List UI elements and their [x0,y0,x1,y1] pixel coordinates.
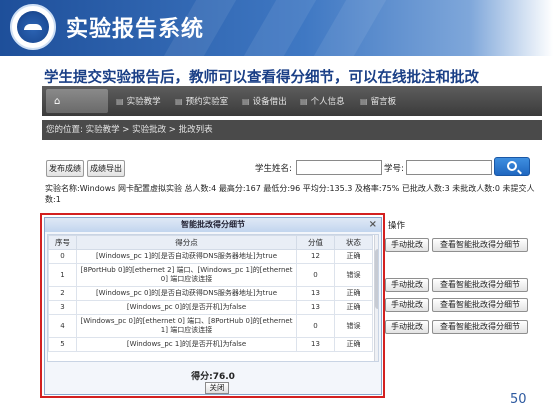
table-row: 5 [Windows_pc 1]的[是否开机]为false 13 正确 [48,337,373,352]
close-icon[interactable]: × [369,218,377,232]
book-icon: ▤ [116,96,124,106]
row-point: [Windows_pc 0]的[ethernet 0] 端口、[8PortHub… [76,314,297,338]
actions-column-header: 操作 [388,221,406,231]
table-row: 2 [Windows_pc 0]的[是否自动获得DNS服务器地址]为true 1… [48,286,373,301]
dialog-title: 智能批改得分细节 [181,220,245,229]
scrollbar-thumb[interactable] [375,249,378,309]
row-score: 13 [296,300,335,315]
manual-grade-button[interactable]: 手动批改 [385,278,429,292]
row-score: 12 [296,249,335,264]
calendar-icon: ▤ [175,96,183,106]
search-icon [507,161,517,171]
row-score: 13 [296,337,335,352]
table-row: 0 [Windows_pc 1]的[是否自动获得DNS服务器地址]为true 1… [48,249,373,264]
table-row: 4 [Windows_pc 0]的[ethernet 0] 端口、[8PortH… [48,314,373,338]
university-logo [10,4,56,50]
row-point: [Windows_pc 1]的[是否开机]为false [76,337,297,352]
device-icon: ▤ [242,96,250,106]
student-name-input[interactable] [296,160,382,175]
row-score: 13 [296,286,335,301]
row-status: 正确 [334,300,373,315]
table-row: 3 [Windows_pc 0]的[是否开机]为false 13 正确 [48,300,373,315]
row-status: 正确 [334,286,373,301]
export-grades-button[interactable]: 成绩导出 [87,160,125,177]
view-smart-grade-detail-button[interactable]: 查看智能批改得分细节 [432,298,528,312]
search-button[interactable] [494,157,530,176]
row-point: [Windows_pc 1]的[是否自动获得DNS服务器地址]为true [76,249,297,264]
table-scrollbar[interactable] [374,235,378,361]
grade-detail-table-container: 序号 得分点 分值 状态 0 [Windows_pc 1]的[是否自动获得DNS… [47,234,379,362]
column-header-score: 分值 [296,235,335,250]
slide-title: 实验报告系统 [66,17,205,42]
row-status: 错误 [334,263,373,287]
column-header-point: 得分点 [76,235,297,250]
top-nav: ⌂ ▤ 实验教学 ▤ 预约实验室 ▤ 设备借出 ▤ 个人信息 ▤ 留言板 [42,86,542,116]
experiment-stats: 实验名称:Windows 网卡配置虚拟实验 总人数:4 最高分:167 最低分:… [45,184,535,204]
nav-home-button[interactable]: ⌂ [46,89,108,113]
nav-item-book-lab[interactable]: ▤ 预约实验室 [175,95,228,108]
dialog-titlebar: 智能批改得分细节 × [45,218,381,232]
nav-item-experiment-teaching[interactable]: ▤ 实验教学 [116,95,161,108]
row-score: 0 [296,263,335,287]
view-smart-grade-detail-button[interactable]: 查看智能批改得分细节 [432,278,528,292]
row-index: 5 [48,337,77,352]
highlight-frame: 智能批改得分细节 × 序号 得分点 分值 状态 0 [Windows_pc 1]… [40,213,385,398]
student-id-input[interactable] [406,160,492,175]
user-icon: ▤ [300,96,308,106]
row-index: 1 [48,263,77,287]
slide-header-band: 实验报告系统 [0,0,553,56]
nav-item-device-loan[interactable]: ▤ 设备借出 [242,95,287,108]
row-index: 4 [48,314,77,338]
page-number: 50 [510,392,527,407]
row-point: [8PortHub 0]的[ethernet 2] 端口、[Windows_pc… [76,263,297,287]
row-score: 0 [296,314,335,338]
row-index: 2 [48,286,77,301]
table-row: 1 [8PortHub 0]的[ethernet 2] 端口、[Windows_… [48,263,373,287]
row-status: 错误 [334,314,373,338]
close-button[interactable]: 关闭 [205,382,229,394]
nav-item-message-board[interactable]: ▤ 留言板 [360,95,396,108]
row-point: [Windows_pc 0]的[是否自动获得DNS服务器地址]为true [76,286,297,301]
student-name-label: 学生姓名: [255,164,292,174]
grade-detail-table: 序号 得分点 分值 状态 0 [Windows_pc 1]的[是否自动获得DNS… [48,235,373,352]
publish-grades-button[interactable]: 发布成绩 [46,160,84,177]
row-status: 正确 [334,337,373,352]
home-icon: ⌂ [54,95,61,107]
row-status: 正确 [334,249,373,264]
row-index: 3 [48,300,77,315]
view-smart-grade-detail-button[interactable]: 查看智能批改得分细节 [432,320,528,334]
manual-grade-button[interactable]: 手动批改 [385,298,429,312]
breadcrumb: 您的位置: 实验教学 > 实验批改 > 批改列表 [42,120,542,140]
nav-item-personal-info[interactable]: ▤ 个人信息 [300,95,345,108]
slide-subtitle: 学生提交实验报告后，教师可以查看得分细节，可以在线批注和批改 [44,70,479,86]
column-header-index: 序号 [48,235,77,250]
message-icon: ▤ [360,96,368,106]
manual-grade-button[interactable]: 手动批改 [385,238,429,252]
student-id-label: 学号: [384,164,404,174]
view-smart-grade-detail-button[interactable]: 查看智能批改得分细节 [432,238,528,252]
column-header-status: 状态 [334,235,373,250]
manual-grade-button[interactable]: 手动批改 [385,320,429,334]
total-score: 得分:76.0 [191,372,235,382]
row-index: 0 [48,249,77,264]
grade-detail-dialog: 智能批改得分细节 × 序号 得分点 分值 状态 0 [Windows_pc 1]… [44,217,382,395]
row-point: [Windows_pc 0]的[是否开机]为false [76,300,297,315]
